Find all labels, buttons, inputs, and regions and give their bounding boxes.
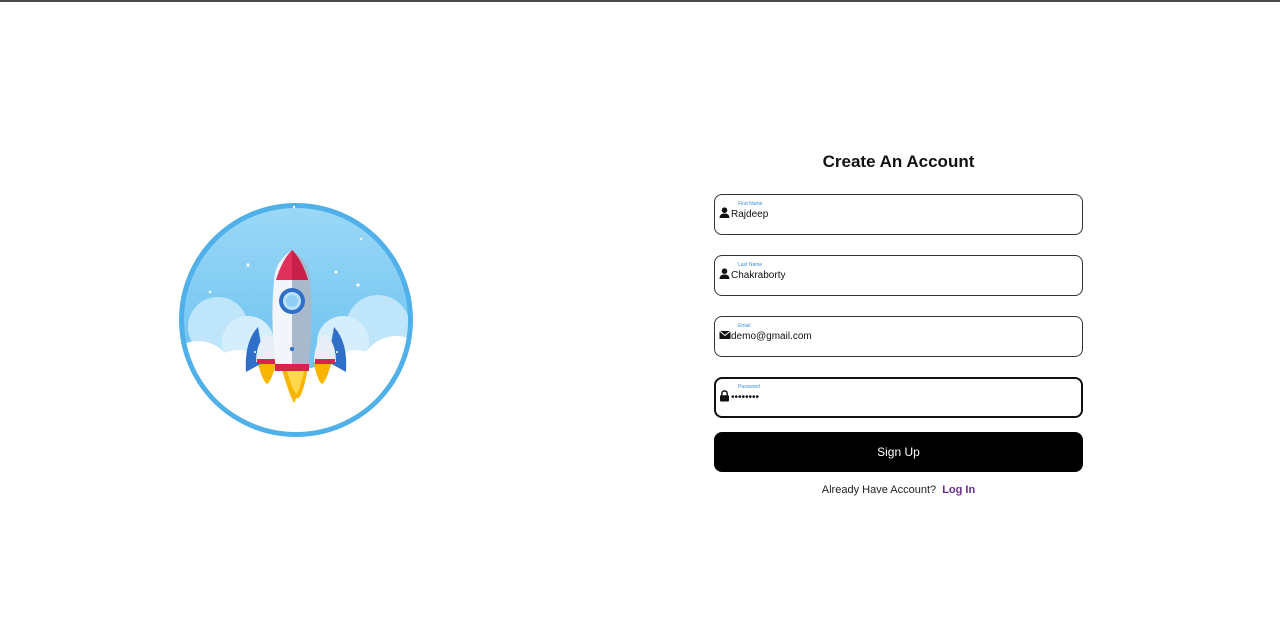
last-name-input[interactable] [731,269,1061,283]
password-field[interactable]: Password [714,377,1083,418]
first-name-label: First Name [738,201,763,207]
email-field[interactable]: Email [714,316,1083,357]
login-link[interactable]: Log In [942,484,975,496]
form-title: Create An Account [822,152,975,171]
user-icon [719,206,730,218]
lock-icon [719,389,730,402]
last-name-field[interactable]: Last Name [714,255,1083,296]
top-divider [0,0,1280,2]
rocket-icon [179,203,413,437]
password-input[interactable] [731,391,1061,405]
email-label: Email [738,323,751,329]
email-input[interactable] [731,330,1061,344]
first-name-input[interactable] [731,208,1061,222]
user-icon [719,267,730,279]
signup-form: Create An Account First Name Last [714,150,1083,496]
first-name-field[interactable]: First Name [714,194,1083,235]
signup-page: Create An Account First Name Last [0,0,1280,642]
login-prompt-text: Already Have Account? [821,484,937,496]
password-label: Password [738,384,760,390]
rocket-illustration [178,202,414,438]
signup-button[interactable]: Sign Up [714,432,1083,472]
login-prompt: Already Have Account? Log In [714,484,1083,496]
envelope-icon [719,328,731,340]
last-name-label: Last Name [738,262,763,268]
